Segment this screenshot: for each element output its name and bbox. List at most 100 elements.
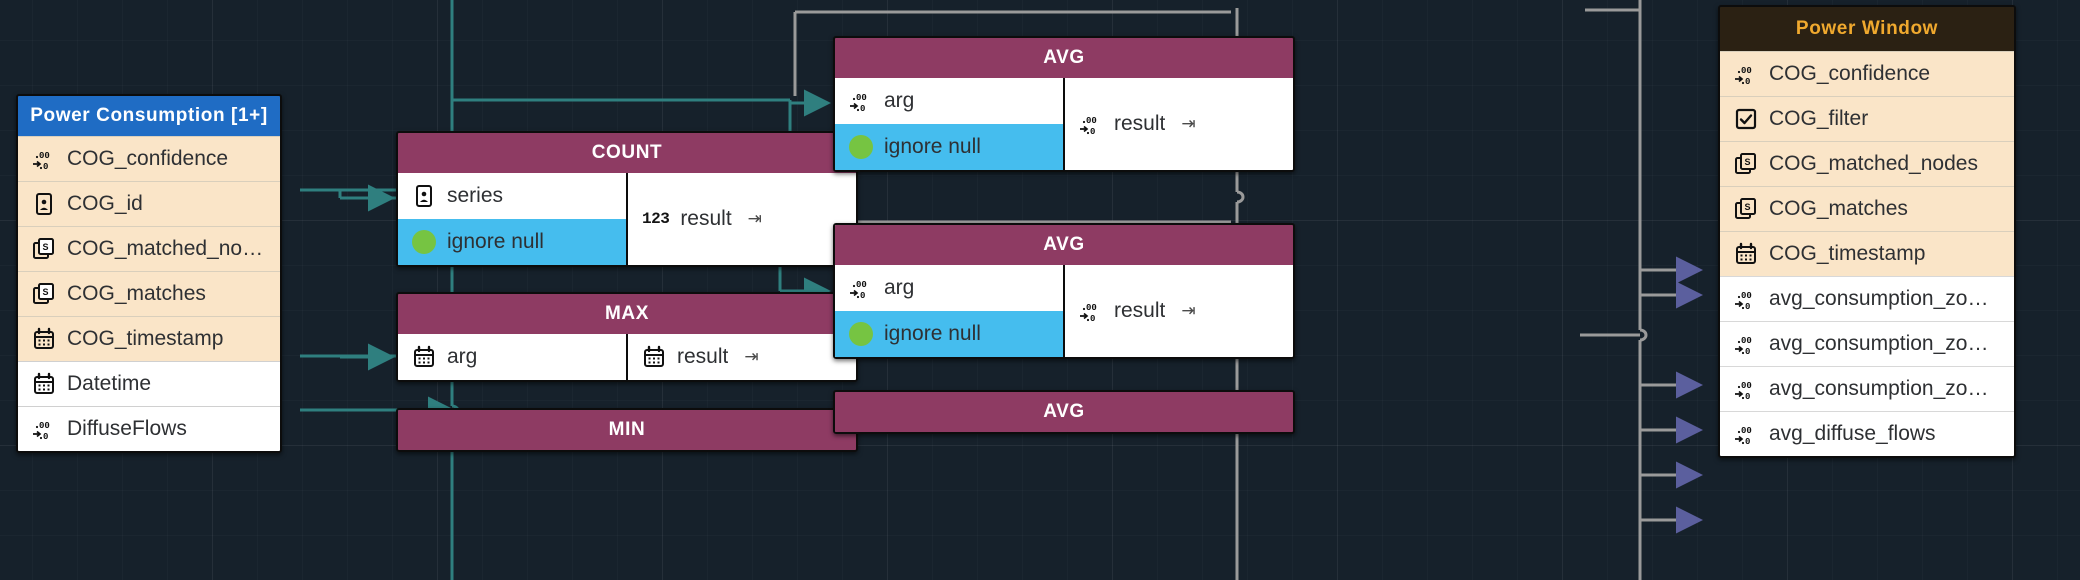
- input-row-ignore-null[interactable]: ignore null: [835, 124, 1063, 170]
- svg-text:00: 00: [1741, 291, 1752, 301]
- svg-text:00: 00: [1741, 336, 1752, 346]
- node-count[interactable]: COUNT series ignore null 123 result ⇥: [396, 131, 858, 267]
- svg-text:00: 00: [1086, 303, 1097, 313]
- bool-dot-icon: [412, 230, 436, 254]
- calendar-icon: [642, 345, 666, 369]
- input-row-arg[interactable]: 00 0 arg: [835, 78, 1063, 124]
- svg-text:S: S: [43, 287, 49, 297]
- svg-text:0: 0: [1090, 314, 1095, 323]
- field-label: avg_consumption_zo…: [1769, 287, 1989, 310]
- field-label: COG_confidence: [67, 147, 229, 170]
- field-label: COG_confidence: [1769, 62, 1931, 85]
- field-row[interactable]: Datetime: [18, 361, 280, 406]
- input-label: arg: [884, 276, 915, 299]
- node-max[interactable]: MAX arg result ⇥: [396, 292, 858, 382]
- field-row[interactable]: S COG_matches: [1720, 186, 2014, 231]
- field-label: DiffuseFlows: [67, 417, 187, 440]
- node-min[interactable]: MIN: [396, 408, 858, 452]
- field-row[interactable]: 00 0 avg_consumption_zo…: [1720, 321, 2014, 366]
- input-row-ignore-null[interactable]: ignore null: [835, 311, 1063, 357]
- node-title: AVG: [835, 392, 1293, 432]
- svg-text:0: 0: [1745, 392, 1750, 401]
- input-row-ignore-null[interactable]: ignore null: [398, 219, 626, 265]
- field-row[interactable]: S COG_matches: [18, 271, 280, 316]
- input-label: ignore null: [884, 322, 981, 345]
- output-label: result: [1114, 112, 1166, 135]
- node-title: AVG: [835, 225, 1293, 265]
- inputs-column: arg: [398, 334, 628, 380]
- field-row[interactable]: 00 0 avg_consumption_zo…: [1720, 366, 2014, 411]
- node-title: Power Window: [1720, 7, 2014, 51]
- svg-text:00: 00: [39, 421, 50, 431]
- node-avg-2[interactable]: AVG 00 0 arg ignore null 00 0 result ⇥: [833, 223, 1295, 359]
- id-card-icon: [412, 184, 436, 208]
- field-row[interactable]: COG_timestamp: [18, 316, 280, 361]
- input-row-series[interactable]: series: [398, 173, 626, 219]
- field-row[interactable]: COG_timestamp: [1720, 231, 2014, 276]
- output-arrow-icon: ⇥: [1181, 301, 1196, 320]
- field-row[interactable]: 00 0 COG_confidence: [18, 136, 280, 181]
- calendar-icon: [32, 372, 56, 396]
- output-label: result: [680, 207, 732, 230]
- svg-text:00: 00: [1741, 381, 1752, 391]
- svg-text:00: 00: [1086, 116, 1097, 126]
- calendar-icon: [412, 345, 436, 369]
- node-title: AVG: [835, 38, 1293, 78]
- decimal-icon: 00 0: [1079, 299, 1103, 323]
- calendar-icon: [1734, 242, 1758, 266]
- svg-text:0: 0: [43, 432, 48, 441]
- input-label: arg: [884, 89, 915, 112]
- svg-text:0: 0: [1745, 77, 1750, 86]
- field-label: COG_matched_nodes: [1769, 152, 1978, 175]
- svg-text:0: 0: [860, 291, 865, 300]
- field-row[interactable]: COG_id: [18, 181, 280, 226]
- node-power-consumption[interactable]: Power Consumption [1+] 00 0 COG_confidenc…: [16, 94, 282, 453]
- outputs-column: 00 0 result ⇥: [1065, 265, 1293, 357]
- svg-text:00: 00: [39, 151, 50, 161]
- output-row-result[interactable]: 123 result ⇥: [628, 173, 776, 265]
- svg-text:0: 0: [1090, 127, 1095, 136]
- field-row[interactable]: COG_filter: [1720, 96, 2014, 141]
- output-arrow-icon: ⇥: [744, 347, 759, 366]
- decimal-icon: 00 0: [1734, 377, 1758, 401]
- svg-text:00: 00: [856, 280, 867, 290]
- decimal-icon: 00 0: [1734, 422, 1758, 446]
- output-row-result[interactable]: 00 0 result ⇥: [1065, 265, 1210, 357]
- inputs-column: 00 0 arg ignore null: [835, 265, 1065, 357]
- input-label: ignore null: [884, 135, 981, 158]
- field-row[interactable]: S COG_matched_nodes: [1720, 141, 2014, 186]
- svg-text:0: 0: [43, 162, 48, 171]
- inputs-column: 00 0 arg ignore null: [835, 78, 1065, 170]
- decimal-icon: 00 0: [32, 147, 56, 171]
- node-title: Power Consumption [1+]: [18, 96, 280, 136]
- integer-123-icon: 123: [642, 210, 670, 228]
- node-avg-1[interactable]: AVG 00 0 arg ignore null 00 0 result ⇥: [833, 36, 1295, 172]
- output-row-result[interactable]: 00 0 result ⇥: [1065, 78, 1210, 170]
- output-row-result[interactable]: result ⇥: [628, 334, 773, 380]
- svg-text:0: 0: [1745, 302, 1750, 311]
- field-row[interactable]: 00 0 DiffuseFlows: [18, 406, 280, 451]
- input-row-arg[interactable]: arg: [398, 334, 626, 380]
- svg-text:0: 0: [860, 104, 865, 113]
- svg-text:S: S: [1745, 202, 1751, 212]
- field-row[interactable]: 00 0 avg_diffuse_flows: [1720, 411, 2014, 456]
- field-label: COG_matched_nodes: [67, 237, 266, 260]
- output-label: result: [1114, 299, 1166, 322]
- svg-text:S: S: [43, 242, 49, 252]
- field-label: COG_filter: [1769, 107, 1869, 130]
- node-title: MIN: [398, 410, 856, 450]
- field-row[interactable]: S COG_matched_nodes: [18, 226, 280, 271]
- input-label: arg: [447, 345, 478, 368]
- node-avg-3[interactable]: AVG: [833, 390, 1295, 434]
- field-label: avg_consumption_zo…: [1769, 332, 1989, 355]
- field-row[interactable]: 00 0 COG_confidence: [1720, 51, 2014, 96]
- node-power-window[interactable]: Power Window 00 0 COG_confidence COG_filt…: [1718, 5, 2016, 458]
- decimal-icon: 00 0: [849, 89, 873, 113]
- field-row[interactable]: 00 0 avg_consumption_zo…: [1720, 276, 2014, 321]
- node-title: COUNT: [398, 133, 856, 173]
- field-label: avg_diffuse_flows: [1769, 422, 1936, 445]
- input-label: ignore null: [447, 230, 544, 253]
- input-row-arg[interactable]: 00 0 arg: [835, 265, 1063, 311]
- svg-text:00: 00: [1741, 66, 1752, 76]
- decimal-icon: 00 0: [1734, 287, 1758, 311]
